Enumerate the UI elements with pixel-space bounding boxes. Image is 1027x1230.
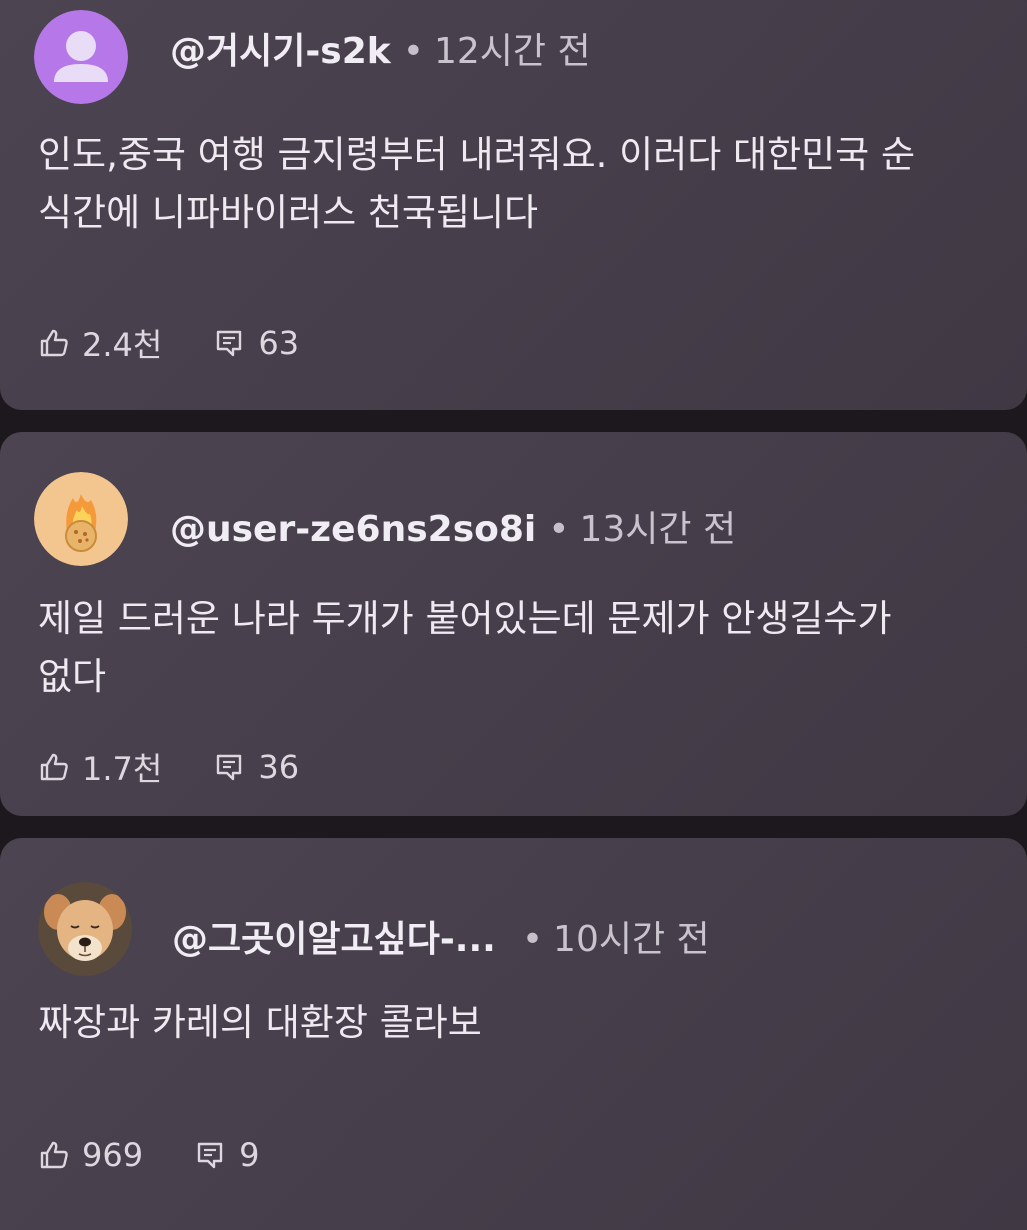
author-name[interactable]: @거시기-s2k	[170, 22, 391, 74]
comment-time[interactable]: 12시간 전	[434, 22, 591, 74]
avatar[interactable]	[34, 10, 128, 104]
comment-card: @거시기-s2k • 12시간 전 인도,중국 여행 금지령부터 내려줘요. 이…	[0, 0, 1027, 410]
comment-card: @그곳이알고싶다-... • 10시간 전 짜장과 카레의 대환장 콜라보 96…	[0, 838, 1027, 1230]
reply-count: 63	[258, 324, 300, 362]
comment-actions: 2.4천 63	[38, 320, 299, 366]
comment-actions: 1.7천 36	[38, 744, 299, 790]
comment-icon	[217, 754, 242, 781]
default-avatar-icon	[34, 10, 128, 104]
like-button[interactable]: 2.4천	[38, 320, 162, 366]
like-count: 969	[82, 1136, 144, 1174]
comment-time[interactable]: 10시간 전	[553, 910, 710, 962]
like-button[interactable]: 1.7천	[38, 744, 162, 790]
author-name[interactable]: @user-ze6ns2so8i	[170, 509, 536, 550]
dog-photo-avatar-icon	[38, 882, 132, 976]
separator-dot: •	[548, 509, 570, 550]
reply-count: 36	[258, 748, 300, 786]
comment-time[interactable]: 13시간 전	[579, 500, 736, 552]
separator-dot: •	[402, 31, 424, 72]
comment-icon	[197, 1142, 223, 1169]
avatar[interactable]	[34, 472, 128, 566]
thumbs-up-icon	[40, 329, 68, 357]
like-count: 2.4천	[82, 326, 163, 364]
comment-header: @그곳이알고싶다-... • 10시간 전	[172, 910, 710, 962]
reply-button[interactable]: 9	[195, 1136, 259, 1174]
comment-card: @user-ze6ns2so8i • 13시간 전 제일 드러운 나라 두개가 …	[0, 432, 1027, 816]
avatar[interactable]	[38, 882, 132, 976]
thumbs-up-icon	[40, 1141, 68, 1169]
comment-icon	[217, 330, 242, 357]
like-button[interactable]: 969	[38, 1136, 143, 1174]
reply-button[interactable]: 36	[214, 748, 299, 786]
like-count: 1.7천	[82, 750, 163, 788]
comment-text: 인도,중국 여행 금지령부터 내려줘요. 이러다 대한민국 순 식간에 니파바이…	[38, 133, 916, 234]
reply-count: 9	[239, 1136, 260, 1174]
separator-dot: •	[521, 919, 544, 960]
author-name[interactable]: @그곳이알고싶다-...	[172, 910, 496, 962]
comment-text: 짜장과 카레의 대환장 콜라보	[38, 1001, 482, 1044]
comment-actions: 969 9	[38, 1136, 259, 1174]
comment-text: 제일 드러운 나라 두개가 붙어있는데 문제가 안생길수가 없다	[38, 597, 892, 698]
reply-button[interactable]: 63	[214, 324, 299, 362]
thumbs-up-icon	[40, 753, 68, 781]
comment-header: @거시기-s2k • 12시간 전	[170, 22, 591, 74]
comment-header: @user-ze6ns2so8i • 13시간 전	[170, 500, 736, 552]
pizza-flame-avatar-icon	[34, 472, 128, 566]
